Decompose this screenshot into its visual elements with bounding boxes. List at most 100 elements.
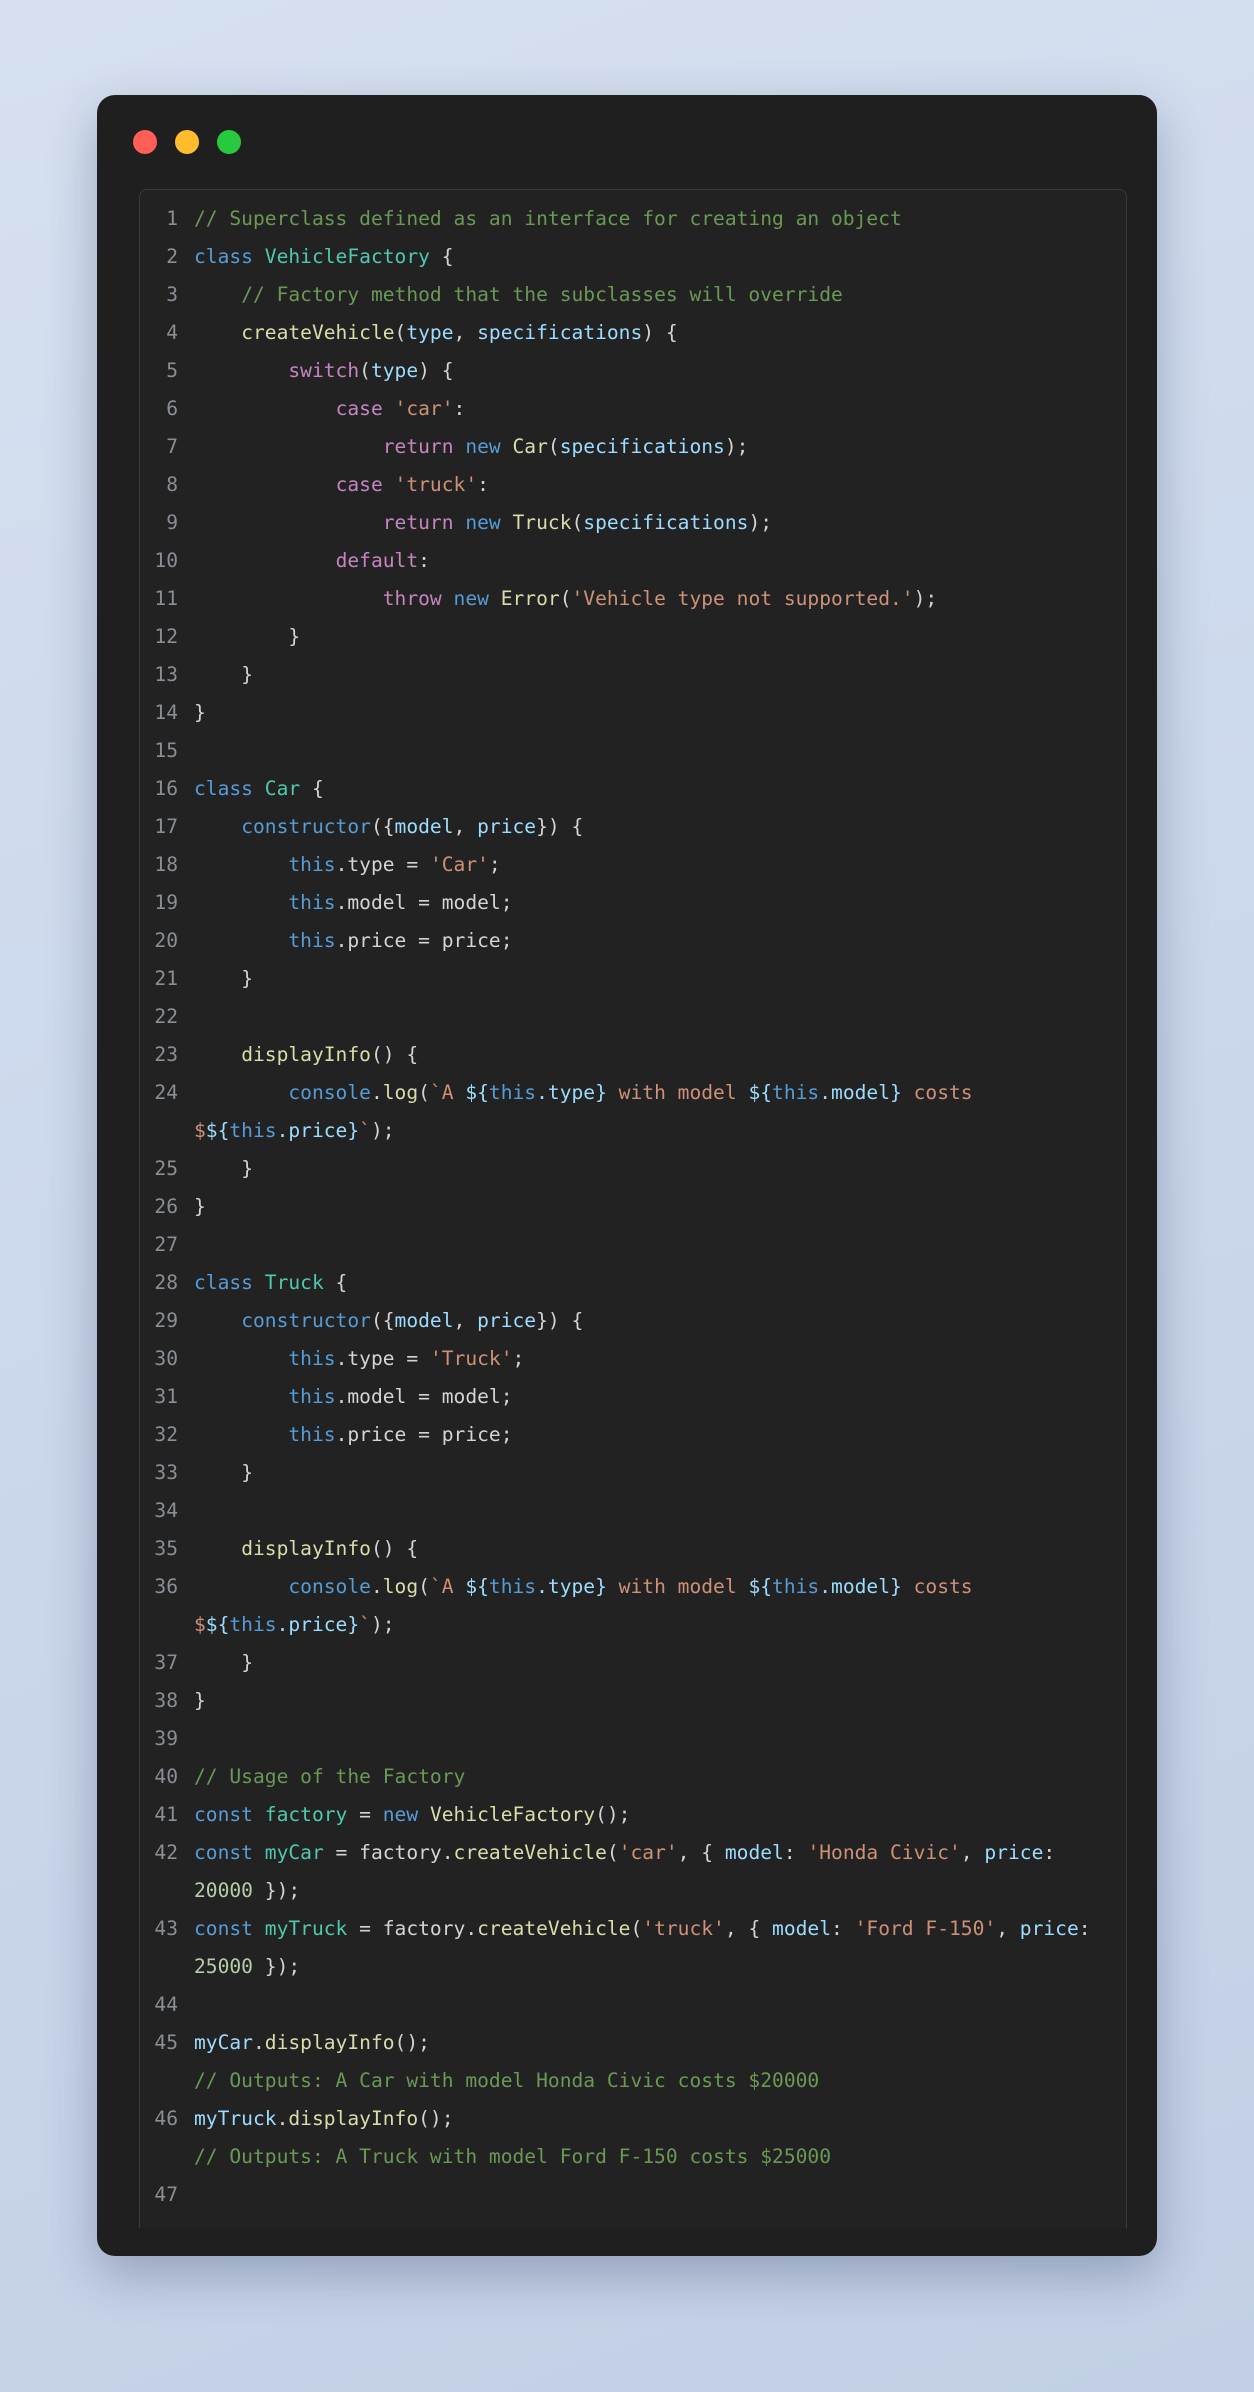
code-token: ); [724,435,749,458]
code-token: new [465,511,501,534]
code-token: { [323,1271,348,1294]
line-number: 16 [154,777,178,800]
line-source [194,998,1126,1036]
code-token: price [984,1841,1044,1864]
code-line: 42 const myCar = factory.createVehicle('c… [140,1834,1126,1910]
line-number: 33 [154,1461,178,1484]
close-window-button[interactable] [133,130,157,154]
code-token: ; [512,1347,525,1370]
code-token: 'Vehicle type not supported.' [571,587,914,610]
code-token: ) { [642,321,678,344]
code-token: model [394,815,454,838]
code-token: }) { [536,815,584,838]
code-token: Car [512,435,548,458]
line-source: displayInfo() { [194,1036,1126,1074]
code-token: price [477,815,537,838]
code-token: myCar [194,2031,253,2054]
code-token: 'car' [394,397,454,420]
code-token: 25000 [194,1955,253,1978]
code-token: this [229,1119,277,1142]
code-token: ${ [205,1119,230,1142]
line-number: 21 [154,967,178,990]
line-source: // Superclass defined as an interface fo… [194,200,1126,238]
line-number: 9 [166,511,178,534]
code-token: // Factory method that the subclasses wi… [241,283,843,306]
code-line: 24 console.log(`A ${this.type} with mode… [140,1074,1126,1150]
code-token: } [890,1081,902,1104]
line-number: 29 [154,1309,178,1332]
line-source: this.price = price; [194,922,1126,960]
code-line: 27 [140,1226,1126,1264]
code-token: = [347,1803,383,1826]
code-token: VehicleFactory [429,1803,596,1826]
line-number: 40 [154,1765,178,1788]
code-token: // Usage of the Factory [194,1765,466,1788]
line-source: class Truck { [194,1264,1126,1302]
line-source [194,1986,1126,2024]
line-number: 46 [154,2107,178,2130]
code-line: 8 case 'truck': [140,466,1126,504]
line-number: 6 [166,397,178,420]
code-token: . [276,2107,289,2130]
line-number: 1 [166,207,178,230]
code-token: createVehicle [477,1917,631,1940]
code-line: 10 default: [140,542,1126,580]
code-token: } [194,967,253,990]
window-titlebar [97,95,1157,189]
code-line: 33 } [140,1454,1126,1492]
line-source: class VehicleFactory { [194,238,1126,276]
code-token: displayInfo [241,1537,371,1560]
code-token: type [406,321,454,344]
code-token: class [194,245,253,268]
line-number: 25 [154,1157,178,1180]
code-token: throw [382,587,442,610]
code-token: 'Honda Civic' [807,1841,961,1864]
code-token: = factory. [323,1841,454,1864]
code-token: ({ [370,1309,395,1332]
code-token: case [335,473,383,496]
line-source: } [194,1454,1126,1492]
code-token: }); [252,1955,301,1978]
code-editor[interactable]: 1 // Superclass defined as an interface f… [139,189,1127,2228]
code-line: 39 [140,1720,1126,1758]
code-token: } [194,1157,253,1180]
line-source: throw new Error('Vehicle type not suppor… [194,580,1126,618]
code-token: this [488,1081,537,1104]
code-token: ); [748,511,773,534]
code-token: ${ [205,1613,230,1636]
code-token: with model [606,1575,749,1598]
code-token: } [595,1081,607,1104]
code-token: ( [630,1917,643,1940]
code-token: ; [488,853,501,876]
code-token: displayInfo [264,2031,395,2054]
code-token: this [772,1081,820,1104]
line-number: 15 [154,739,178,762]
line-source: const myCar = factory.createVehicle('car… [194,1834,1126,1910]
line-source: createVehicle(type, specifications) { [194,314,1126,352]
maximize-window-button[interactable] [217,130,241,154]
code-token: VehicleFactory [264,245,430,268]
minimize-window-button[interactable] [175,130,199,154]
line-source: console.log(`A ${this.type} with model $… [194,1568,1126,1644]
line-number: 14 [154,701,178,724]
code-token: ); [913,587,938,610]
line-source: switch(type) { [194,352,1126,390]
code-token: }); [252,1879,301,1902]
code-token: (); [394,2031,430,2054]
code-line: 13 } [140,656,1126,694]
code-token: price [1019,1917,1079,1940]
code-token: } [347,1613,360,1636]
code-token: this [288,929,336,952]
code-token: constructor [241,1309,371,1332]
code-line: 22 [140,998,1126,1036]
code-token: ); [370,1613,395,1636]
line-source: } [194,1188,1126,1226]
